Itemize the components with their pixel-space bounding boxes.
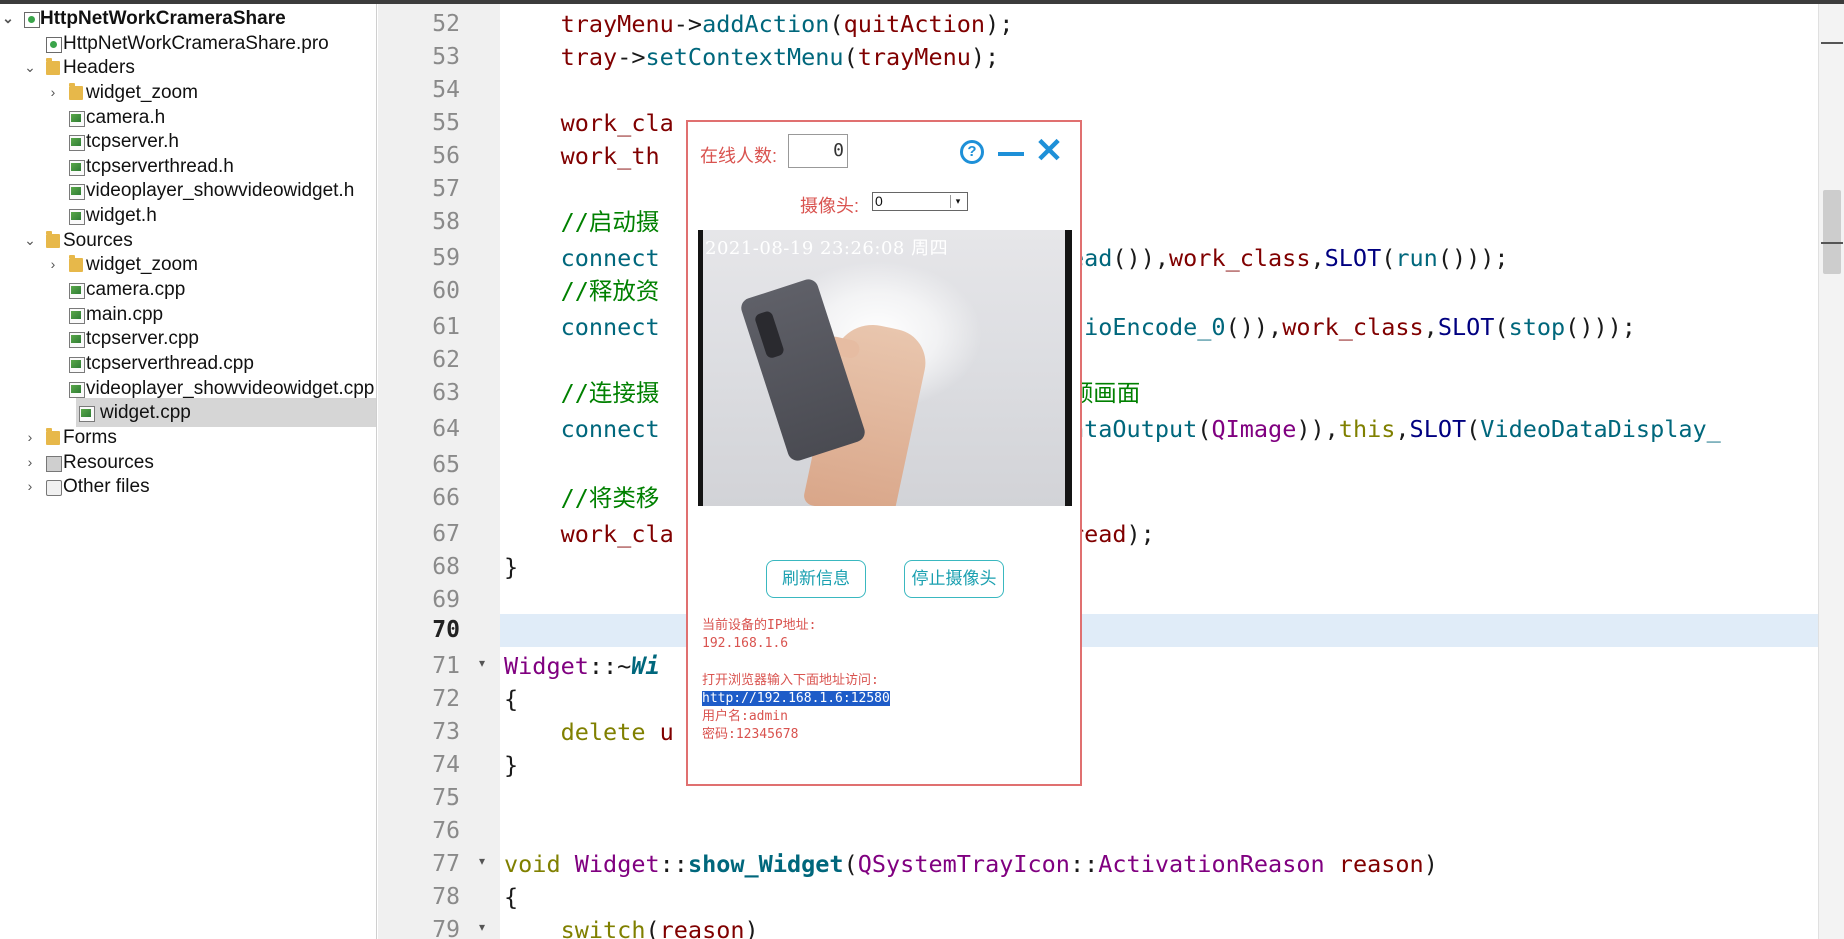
editor-vertical-scrollbar[interactable] bbox=[1818, 4, 1844, 939]
code-line: work_cla bbox=[560, 109, 674, 137]
folder-icon bbox=[46, 58, 60, 75]
line-number: 68 bbox=[432, 554, 460, 580]
code-line: { bbox=[504, 685, 519, 713]
line-number: 73 bbox=[432, 719, 460, 745]
phone-camera-module bbox=[753, 309, 786, 360]
camera-share-dialog: 在线人数: 0 ? ✕ 摄像头: 0 ▾ 2021-08-19 23:26:08… bbox=[686, 120, 1082, 786]
line-number: 67 bbox=[432, 521, 460, 547]
scroll-marker bbox=[1821, 42, 1843, 44]
source-file-icon bbox=[69, 357, 85, 373]
line-number: 78 bbox=[432, 884, 460, 910]
username-text: 用户名:admin bbox=[702, 709, 788, 724]
fold-marker-icon[interactable]: ▾ bbox=[475, 911, 489, 939]
line-number: 56 bbox=[432, 143, 460, 169]
tree-item-label: Other files bbox=[63, 476, 150, 497]
line-number: 69 bbox=[432, 587, 460, 613]
header-file-icon bbox=[69, 135, 85, 151]
line-number: 58 bbox=[432, 209, 460, 235]
close-icon[interactable]: ✕ bbox=[1034, 134, 1064, 168]
folder-icon bbox=[46, 231, 60, 248]
camera-select[interactable]: 0 ▾ bbox=[872, 192, 968, 211]
source-file-icon bbox=[69, 308, 85, 324]
line-number: 61 bbox=[432, 314, 460, 340]
code-line: } bbox=[504, 751, 519, 779]
line-number: 72 bbox=[432, 686, 460, 712]
project-tree: ⌄ HttpNetWorkCrameraShare HttpNetWorkCra… bbox=[0, 4, 377, 939]
code-line: { bbox=[504, 883, 519, 911]
code-line: Widget::~Wi bbox=[504, 652, 660, 680]
password-text: 密码:12345678 bbox=[702, 727, 799, 742]
scrollbar-thumb[interactable] bbox=[1823, 190, 1841, 274]
browser-hint-label: 打开浏览器输入下面地址访问: bbox=[702, 673, 879, 688]
ip-address-label: 当前设备的IP地址: bbox=[702, 618, 817, 633]
source-file-icon bbox=[69, 283, 85, 299]
code-line: switch(reason) bbox=[560, 916, 759, 939]
code-line: //将类移 bbox=[560, 484, 660, 512]
line-number: 54 bbox=[432, 77, 460, 103]
line-number: 62 bbox=[432, 347, 460, 373]
folder-icon bbox=[46, 428, 60, 445]
line-number: 53 bbox=[432, 44, 460, 70]
header-file-icon bbox=[69, 160, 85, 176]
scroll-marker bbox=[1821, 242, 1843, 244]
other-files-icon bbox=[46, 480, 62, 496]
minimize-icon[interactable] bbox=[998, 152, 1024, 156]
refresh-info-button[interactable]: 刷新信息 bbox=[766, 560, 866, 598]
code-line: //启动摄 bbox=[560, 208, 660, 236]
stop-camera-button[interactable]: 停止摄像头 bbox=[904, 560, 1004, 598]
line-number: 76 bbox=[432, 818, 460, 844]
fold-marker-icon[interactable]: ▾ bbox=[475, 845, 489, 878]
camera-select-value: 0 bbox=[875, 193, 883, 209]
line-number: 74 bbox=[432, 752, 460, 778]
line-number: 59 bbox=[432, 245, 460, 271]
line-number: 55 bbox=[432, 110, 460, 136]
project-icon bbox=[24, 12, 40, 28]
code-line: //释放资 bbox=[560, 277, 660, 305]
online-count-label: 在线人数: bbox=[700, 146, 778, 166]
source-file-icon bbox=[69, 332, 85, 348]
access-url[interactable]: http://192.168.1.6:12580 bbox=[702, 691, 890, 706]
folder-icon bbox=[69, 83, 83, 100]
header-file-icon bbox=[69, 184, 85, 200]
online-count-field[interactable]: 0 bbox=[788, 134, 848, 168]
camera-select-label: 摄像头: bbox=[800, 196, 860, 216]
line-number: 57 bbox=[432, 176, 460, 202]
header-file-icon bbox=[69, 209, 85, 225]
line-number: 64 bbox=[432, 416, 460, 442]
resources-icon bbox=[46, 456, 62, 472]
tree-item-other-files[interactable]: › Other files bbox=[0, 472, 376, 501]
code-line: trayMenu->addAction(quitAction); bbox=[560, 10, 1014, 38]
line-number: 63 bbox=[432, 380, 460, 406]
line-number: 70 bbox=[432, 617, 460, 643]
source-file-icon bbox=[79, 406, 95, 422]
chevron-right-icon[interactable]: › bbox=[22, 472, 38, 501]
line-number: 65 bbox=[432, 452, 460, 478]
code-line: } bbox=[504, 553, 519, 581]
code-editor[interactable]: 52 53 54 55 56 57 58 59 60 61 62 63 64 65 66 67 68 69 70 71… bbox=[378, 4, 1818, 939]
chevron-down-icon[interactable]: ▾ bbox=[950, 195, 965, 208]
code-line: tray->setContextMenu(trayMenu); bbox=[560, 43, 1000, 71]
header-file-icon bbox=[69, 111, 85, 127]
camera-frame-image: 2021-08-19 23:26:08 周四 bbox=[703, 230, 1065, 506]
camera-preview: 2021-08-19 23:26:08 周四 bbox=[698, 230, 1072, 506]
video-timestamp: 2021-08-19 23:26:08 周四 bbox=[705, 238, 949, 259]
help-icon[interactable]: ? bbox=[960, 140, 984, 164]
code-line: work_th bbox=[560, 142, 660, 170]
line-number: 79 bbox=[432, 917, 460, 939]
pro-file-icon bbox=[46, 37, 62, 53]
source-file-icon bbox=[69, 382, 85, 398]
code-line: void Widget::show_Widget(QSystemTrayIcon… bbox=[504, 850, 1438, 878]
line-number: 66 bbox=[432, 485, 460, 511]
line-number: 71 bbox=[432, 653, 460, 679]
folder-icon bbox=[69, 255, 83, 272]
line-number: 75 bbox=[432, 785, 460, 811]
code-line: delete u bbox=[560, 718, 674, 746]
line-number: 60 bbox=[432, 278, 460, 304]
line-number: 52 bbox=[432, 11, 460, 37]
ip-address-value: 192.168.1.6 bbox=[702, 636, 789, 651]
line-number: 77 bbox=[432, 851, 460, 877]
fold-marker-icon[interactable]: ▾ bbox=[475, 647, 489, 680]
